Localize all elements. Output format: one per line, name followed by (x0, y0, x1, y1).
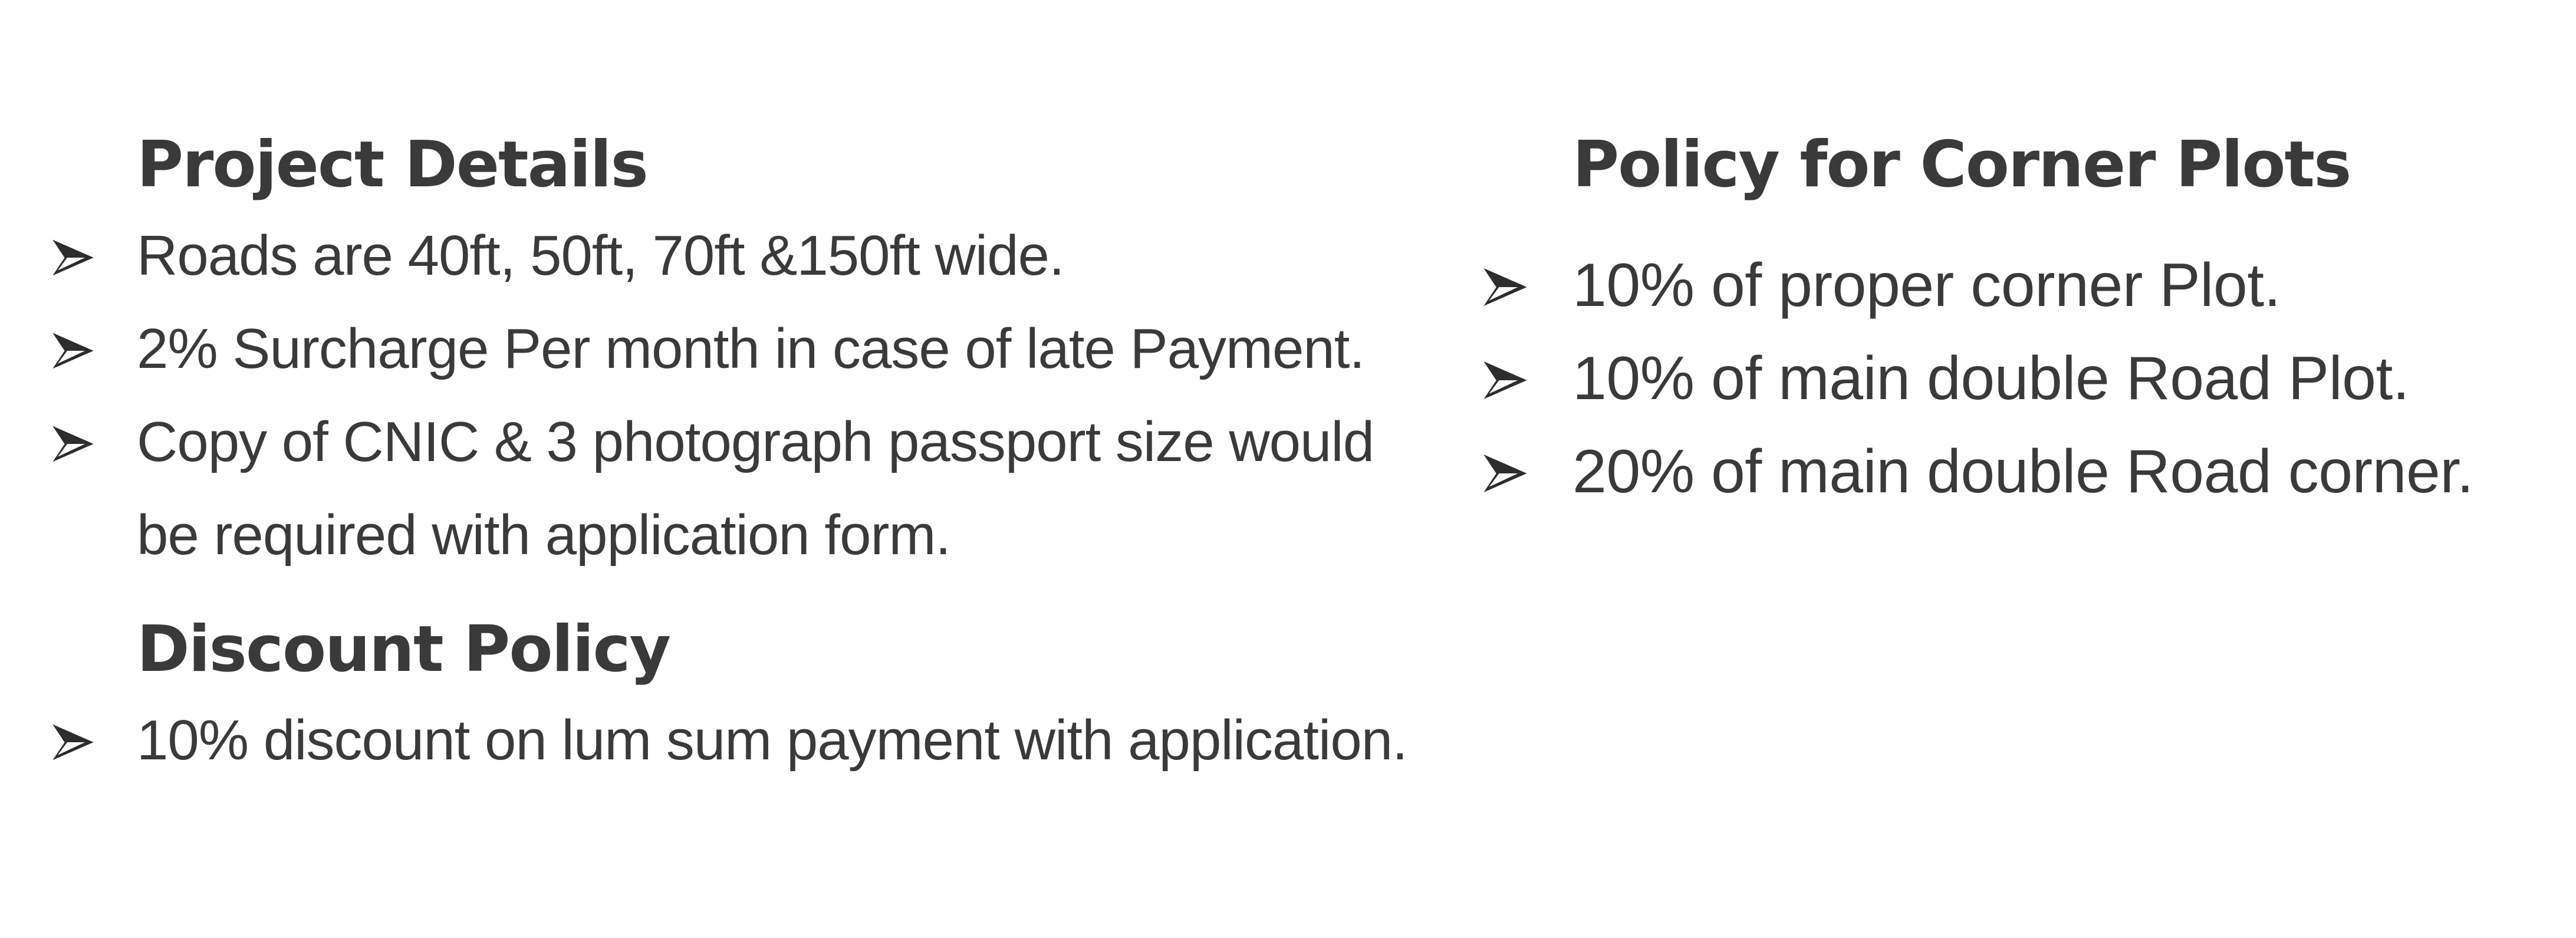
list-item-text: 20% of main double Road corner. (1572, 437, 2474, 506)
corner-plots-list: 10% of proper corner Plot. 10% of main d… (1483, 239, 2544, 518)
project-details-heading: Project Details (137, 128, 649, 202)
list-item: 20% of main double Road corner. (1483, 425, 2544, 518)
list-item: Copy of CNIC & 3 photograph passport siz… (47, 396, 1404, 582)
list-item: 10% discount on lum sum payment with app… (47, 694, 1439, 787)
list-item: 10% of main double Road Plot. (1483, 332, 2544, 425)
list-item-text: 10% discount on lum sum payment with app… (137, 709, 1408, 772)
arrowhead-bullet-icon (1483, 265, 1528, 310)
list-item-text: 10% of main double Road Plot. (1572, 344, 2410, 413)
list-item-text: 10% of proper corner Plot. (1572, 251, 2281, 320)
list-item: Roads are 40ft, 50ft, 70ft &150ft wide. (47, 209, 1439, 302)
arrowhead-bullet-icon (1483, 358, 1528, 403)
arrowhead-bullet-icon (52, 423, 94, 465)
list-item: 10% of proper corner Plot. (1483, 239, 2544, 332)
arrowhead-bullet-icon (52, 236, 94, 279)
list-item: 2% Surcharge Per month in case of late P… (47, 302, 1439, 396)
arrowhead-bullet-icon (52, 330, 94, 372)
arrowhead-bullet-icon (52, 721, 94, 763)
discount-policy-list: 10% discount on lum sum payment with app… (47, 694, 1439, 787)
list-item-text: 2% Surcharge Per month in case of late P… (137, 317, 1365, 380)
left-column: Project Details Roads are 40ft, 50ft, 70… (47, 121, 1439, 787)
discount-policy-heading: Discount Policy (137, 613, 671, 686)
right-column: Policy for Corner Plots 10% of proper co… (1483, 121, 2544, 518)
list-item-text: Roads are 40ft, 50ft, 70ft &150ft wide. (137, 224, 1065, 287)
corner-plots-heading: Policy for Corner Plots (1572, 128, 2351, 202)
list-item-text: Copy of CNIC & 3 photograph passport siz… (137, 410, 1374, 567)
project-details-list: Roads are 40ft, 50ft, 70ft &150ft wide. … (47, 209, 1439, 582)
arrowhead-bullet-icon (1483, 451, 1528, 496)
